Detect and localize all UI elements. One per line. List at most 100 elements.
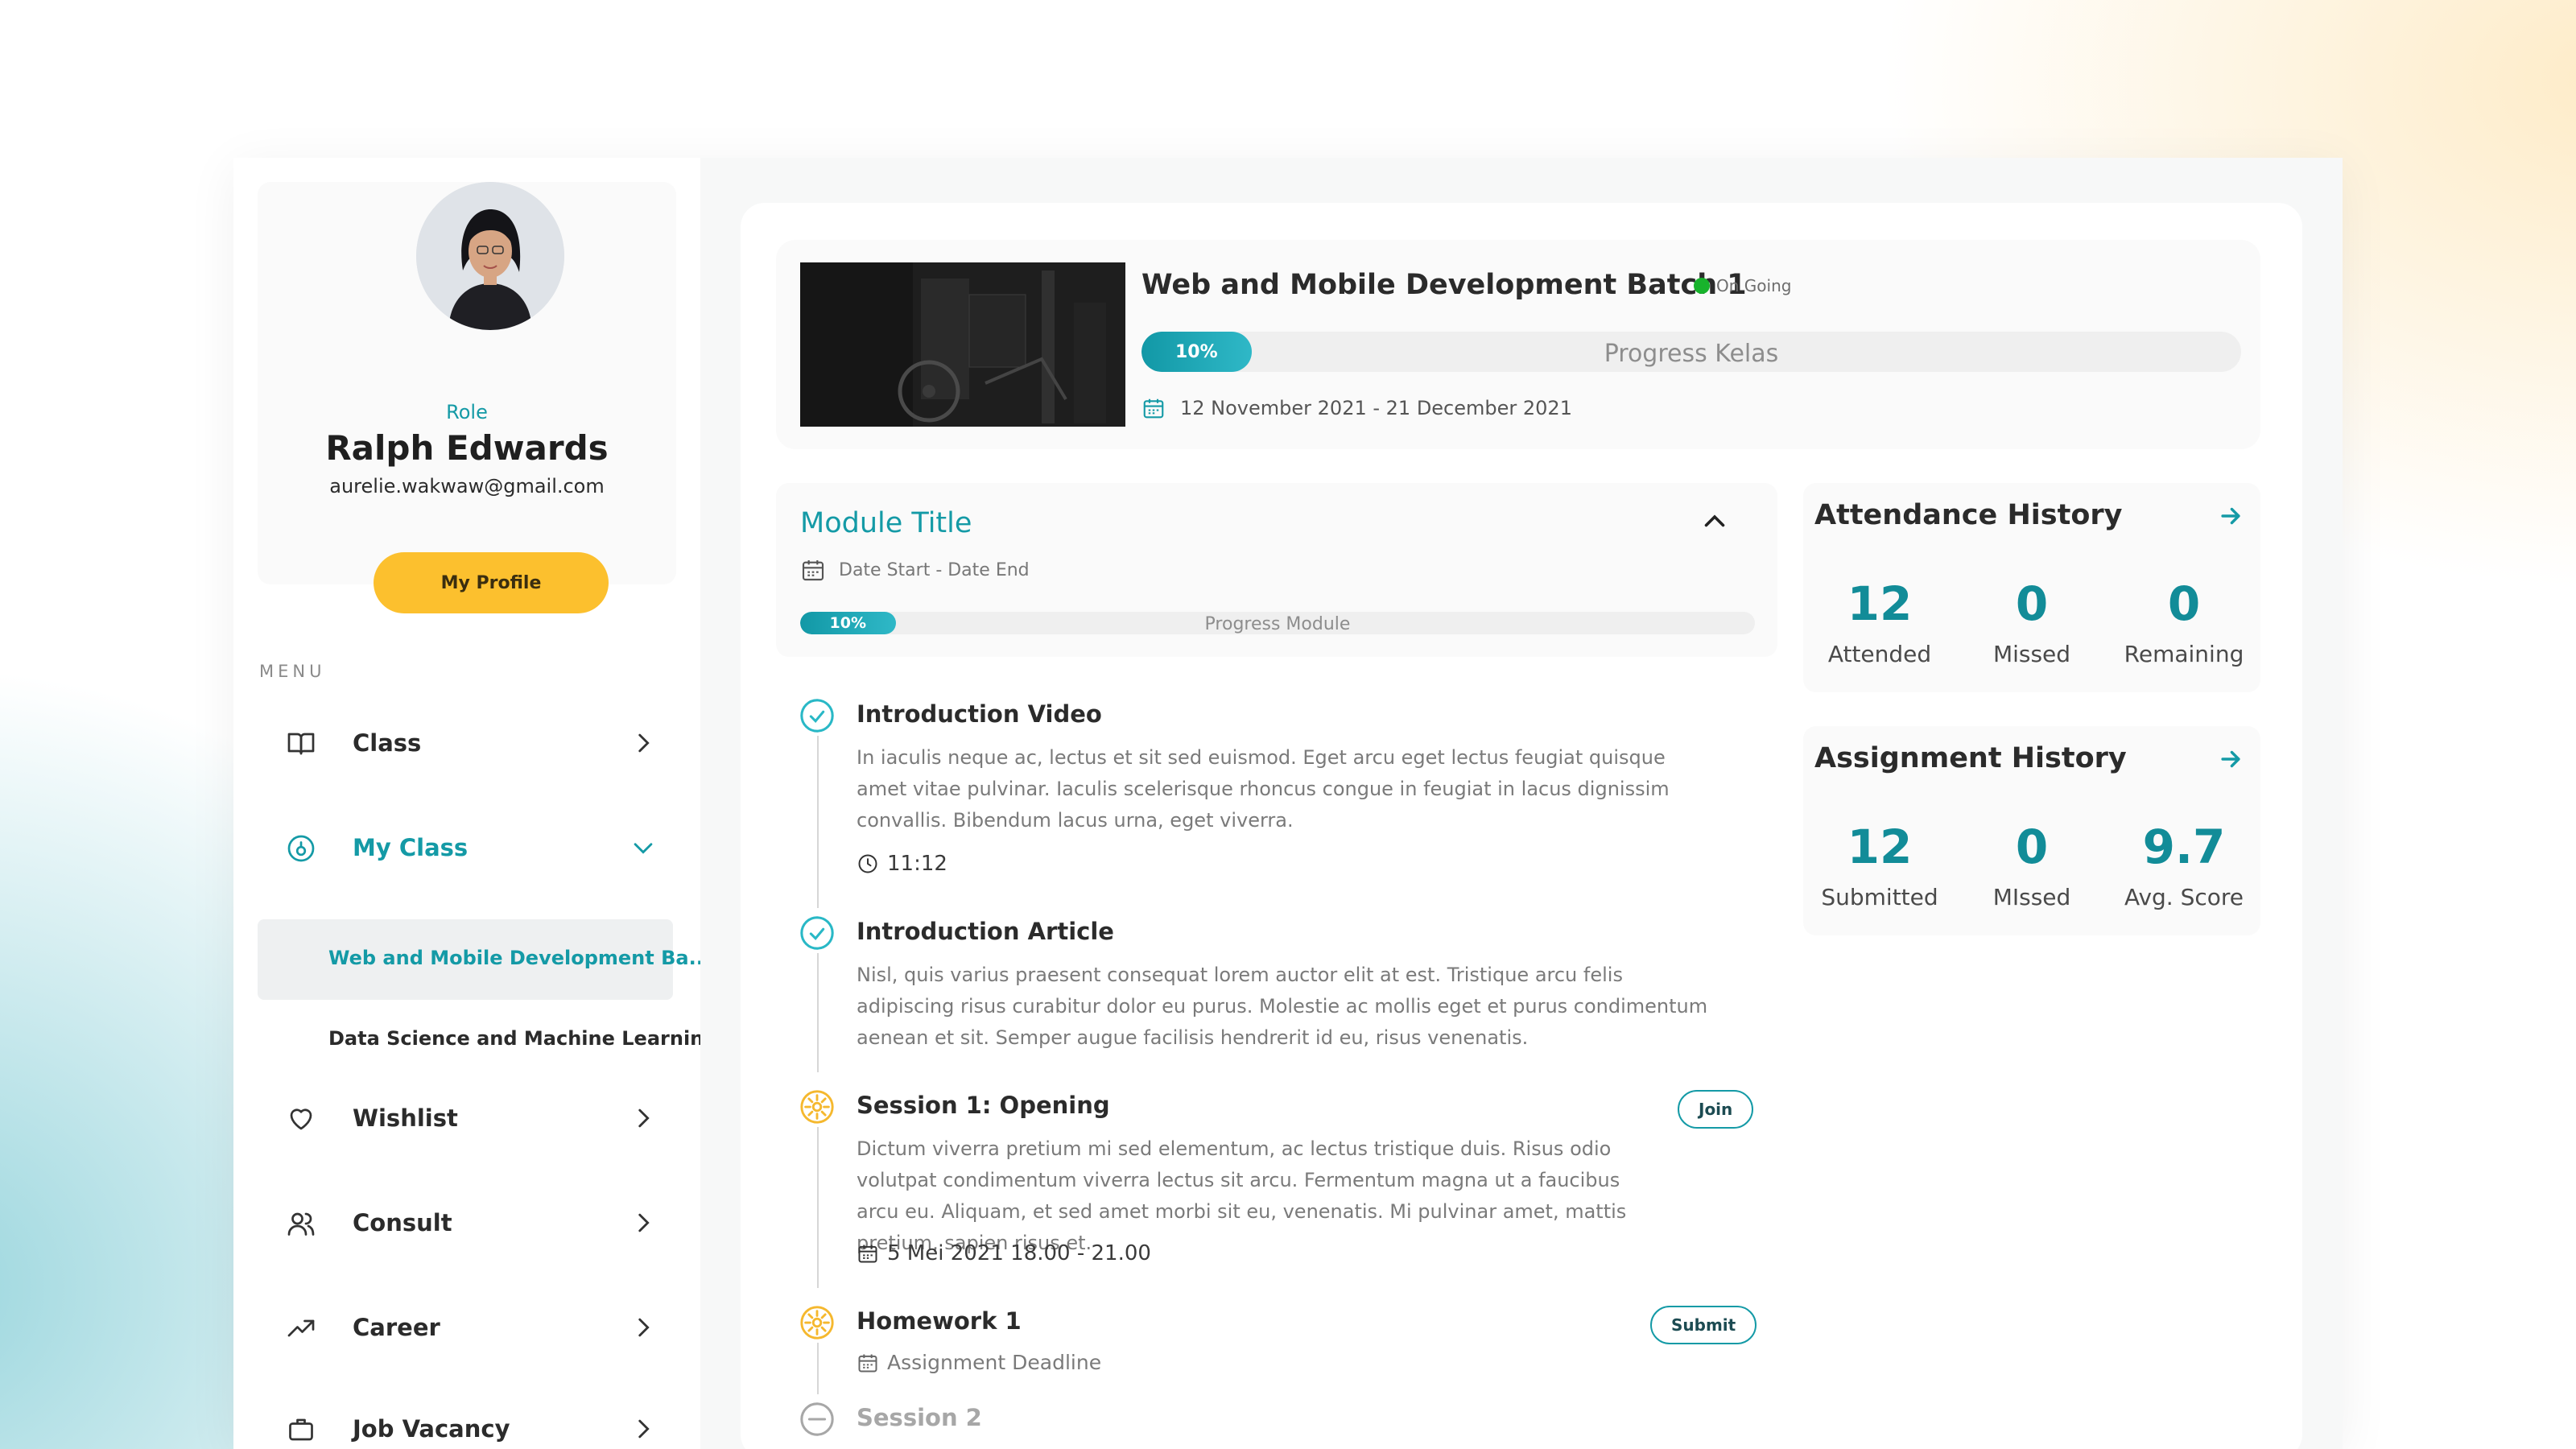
in-progress-sun-icon <box>800 1306 834 1340</box>
timeline-item-session-1[interactable]: Session 1: Opening Join Dictum viverra p… <box>776 1088 1777 1298</box>
timeline-item-homework-1[interactable]: Homework 1 Submit Assignment Deadline <box>776 1304 1777 1401</box>
calendar-icon <box>858 1354 877 1372</box>
collapse-chevron-up-icon[interactable] <box>1700 507 1729 536</box>
video-duration: 11:12 <box>857 852 947 876</box>
briefcase-icon <box>289 1418 313 1441</box>
stat-label: Remaining <box>2124 641 2244 667</box>
content-card: Web and Mobile Development Batch 1 On Go… <box>741 203 2302 1449</box>
timeline-item-introduction-video[interactable]: Introduction Video In iaculis neque ac, … <box>776 697 1777 914</box>
timeline-item-title: Session 2 <box>857 1404 982 1431</box>
sidebar-item-career[interactable]: Career <box>258 1291 676 1364</box>
class-header: Web and Mobile Development Batch 1 On Go… <box>776 240 2260 449</box>
arrow-right-icon[interactable] <box>2217 502 2244 530</box>
module-header[interactable]: Module Title Date Start - Date End Progr… <box>776 483 1777 657</box>
class-progress-fill: 10% <box>1141 332 1252 372</box>
join-button[interactable]: Join <box>1678 1090 1754 1129</box>
stat-label: Submitted <box>1821 884 1938 910</box>
profile-email: aurelie.wakwaw@gmail.com <box>329 475 605 497</box>
module-panel: Module Title Date Start - Date End Progr… <box>776 483 1777 1449</box>
timeline-item-desc: Dictum viverra pretium mi sed elementum,… <box>857 1137 1627 1254</box>
sidebar-subitem-data-science[interactable]: Data Science and Machine Learning <box>258 1000 717 1080</box>
class-progress-label: 10% <box>1174 341 1218 362</box>
attendance-history-card: Attendance History 12 Attended 0 Missed … <box>1803 483 2260 692</box>
stat-remaining: 0 Remaining <box>2107 576 2260 667</box>
stat-label: Attended <box>1827 641 1932 667</box>
stat-submitted: 12 Submitted <box>1803 819 1956 910</box>
module-progress-bar: Progress Module 10% <box>800 612 1755 634</box>
app-window: Role Ralph Edwards aurelie.wakwaw@gmail.… <box>233 158 2343 1449</box>
timeline-item-introduction-article[interactable]: Introduction Article Nisl, quis varius p… <box>776 914 1777 1084</box>
calendar-icon <box>802 560 824 581</box>
timeline-item-title: Homework 1 <box>857 1307 1022 1335</box>
sidebar-item-consult[interactable]: Consult <box>258 1187 676 1259</box>
assignment-history-title: Assignment History <box>1814 742 2127 774</box>
module-dates-text: Date Start - Date End <box>839 559 1030 580</box>
sidebar-item-label: Career <box>353 1314 440 1341</box>
submit-button[interactable]: Submit <box>1650 1306 1757 1344</box>
stat-value: 12 <box>1847 576 1913 631</box>
trending-up-icon <box>287 1319 315 1337</box>
sidebar-item-label: Job Vacancy <box>353 1415 510 1443</box>
class-progress-bar: Progress Kelas 10% <box>1141 332 2241 372</box>
sidebar-item-wishlist[interactable]: Wishlist <box>258 1082 676 1154</box>
module-dates: Date Start - Date End <box>800 557 1030 583</box>
stat-label: Avg. Score <box>2124 884 2244 910</box>
sidebar-subitem-label: Data Science and Machine Learning <box>328 1027 718 1050</box>
chevron-right-icon <box>638 1213 650 1232</box>
calendar-icon <box>858 1245 877 1263</box>
class-date-range: 12 November 2021 - 21 December 2021 <box>1141 396 1572 420</box>
book-open-icon <box>287 733 315 755</box>
assignment-history-card: Assignment History 12 Submitted 0 MIssed… <box>1803 726 2260 935</box>
stat-label: MIssed <box>1992 884 2071 910</box>
class-title: Web and Mobile Development Batch 1 <box>1141 269 1747 301</box>
chevron-down-icon <box>634 843 653 854</box>
heart-icon <box>290 1108 312 1130</box>
clock-icon <box>858 854 877 873</box>
chevron-right-icon <box>638 1108 650 1128</box>
timeline-item-session-2[interactable]: Session 2 <box>776 1401 1777 1449</box>
stat-value: 0 <box>2167 576 2201 631</box>
status-dot-icon <box>1694 278 1710 294</box>
class-progress-text: Progress Kelas <box>1604 340 1779 368</box>
sidebar-subitem-web-mobile[interactable]: Web and Mobile Development Ba... <box>258 919 711 1000</box>
stat-value: 0 <box>2015 819 2049 874</box>
profile-card: Role Ralph Edwards aurelie.wakwaw@gmail.… <box>258 182 676 613</box>
sidebar-item-job-vacancy[interactable]: Job Vacancy <box>258 1393 676 1449</box>
in-progress-sun-icon <box>800 1090 834 1124</box>
stat-attended: 12 Attended <box>1803 576 1956 667</box>
sidebar-item-my-class[interactable]: My Class <box>258 811 676 884</box>
timeline-item-title: Introduction Video <box>857 700 1102 728</box>
stat-missed: 0 Missed <box>1955 576 2108 667</box>
menu-heading: MENU <box>259 662 326 681</box>
sidebar-item-label: My Class <box>353 834 469 861</box>
locked-minus-circle-icon <box>800 1402 834 1436</box>
module-progress-text: Progress Module <box>1204 614 1351 634</box>
timeline-item-desc: Nisl, quis varius praesent consequat lor… <box>857 964 1708 1049</box>
status-text: On Going <box>1716 276 1792 295</box>
chevron-right-icon <box>638 1318 650 1337</box>
module-progress-fill: 10% <box>800 612 896 634</box>
users-icon <box>287 1212 315 1236</box>
stat-label: Missed <box>1992 641 2071 667</box>
avatar[interactable] <box>416 182 564 330</box>
assignment-deadline-text: Assignment Deadline <box>887 1351 1102 1374</box>
arrow-right-icon[interactable] <box>2217 745 2244 773</box>
chevron-right-icon <box>638 1419 650 1439</box>
check-circle-icon <box>800 699 834 733</box>
my-profile-button[interactable]: My Profile <box>374 552 609 613</box>
profile-name: Ralph Edwards <box>325 428 609 468</box>
sidebar-item-label: Wishlist <box>353 1104 458 1132</box>
profile-role: Role <box>446 401 488 423</box>
stat-missed: 0 MIssed <box>1955 819 2108 910</box>
session-schedule-text: 5 Mei 2021 18.00 - 21.00 <box>887 1241 1151 1265</box>
sidebar: Role Ralph Edwards aurelie.wakwaw@gmail.… <box>233 158 717 1449</box>
attendance-history-title: Attendance History <box>1814 499 2123 531</box>
timeline-item-title: Introduction Article <box>857 918 1114 945</box>
timeline-item-title: Session 1: Opening <box>857 1092 1110 1119</box>
main-area: Web and Mobile Development Batch 1 On Go… <box>700 158 2343 1449</box>
class-date-range-text: 12 November 2021 - 21 December 2021 <box>1180 397 1572 419</box>
stat-value: 0 <box>2015 576 2049 631</box>
class-target-icon <box>287 835 315 862</box>
session-schedule: 5 Mei 2021 18.00 - 21.00 <box>857 1241 1151 1265</box>
sidebar-item-class[interactable]: Class <box>258 707 676 779</box>
